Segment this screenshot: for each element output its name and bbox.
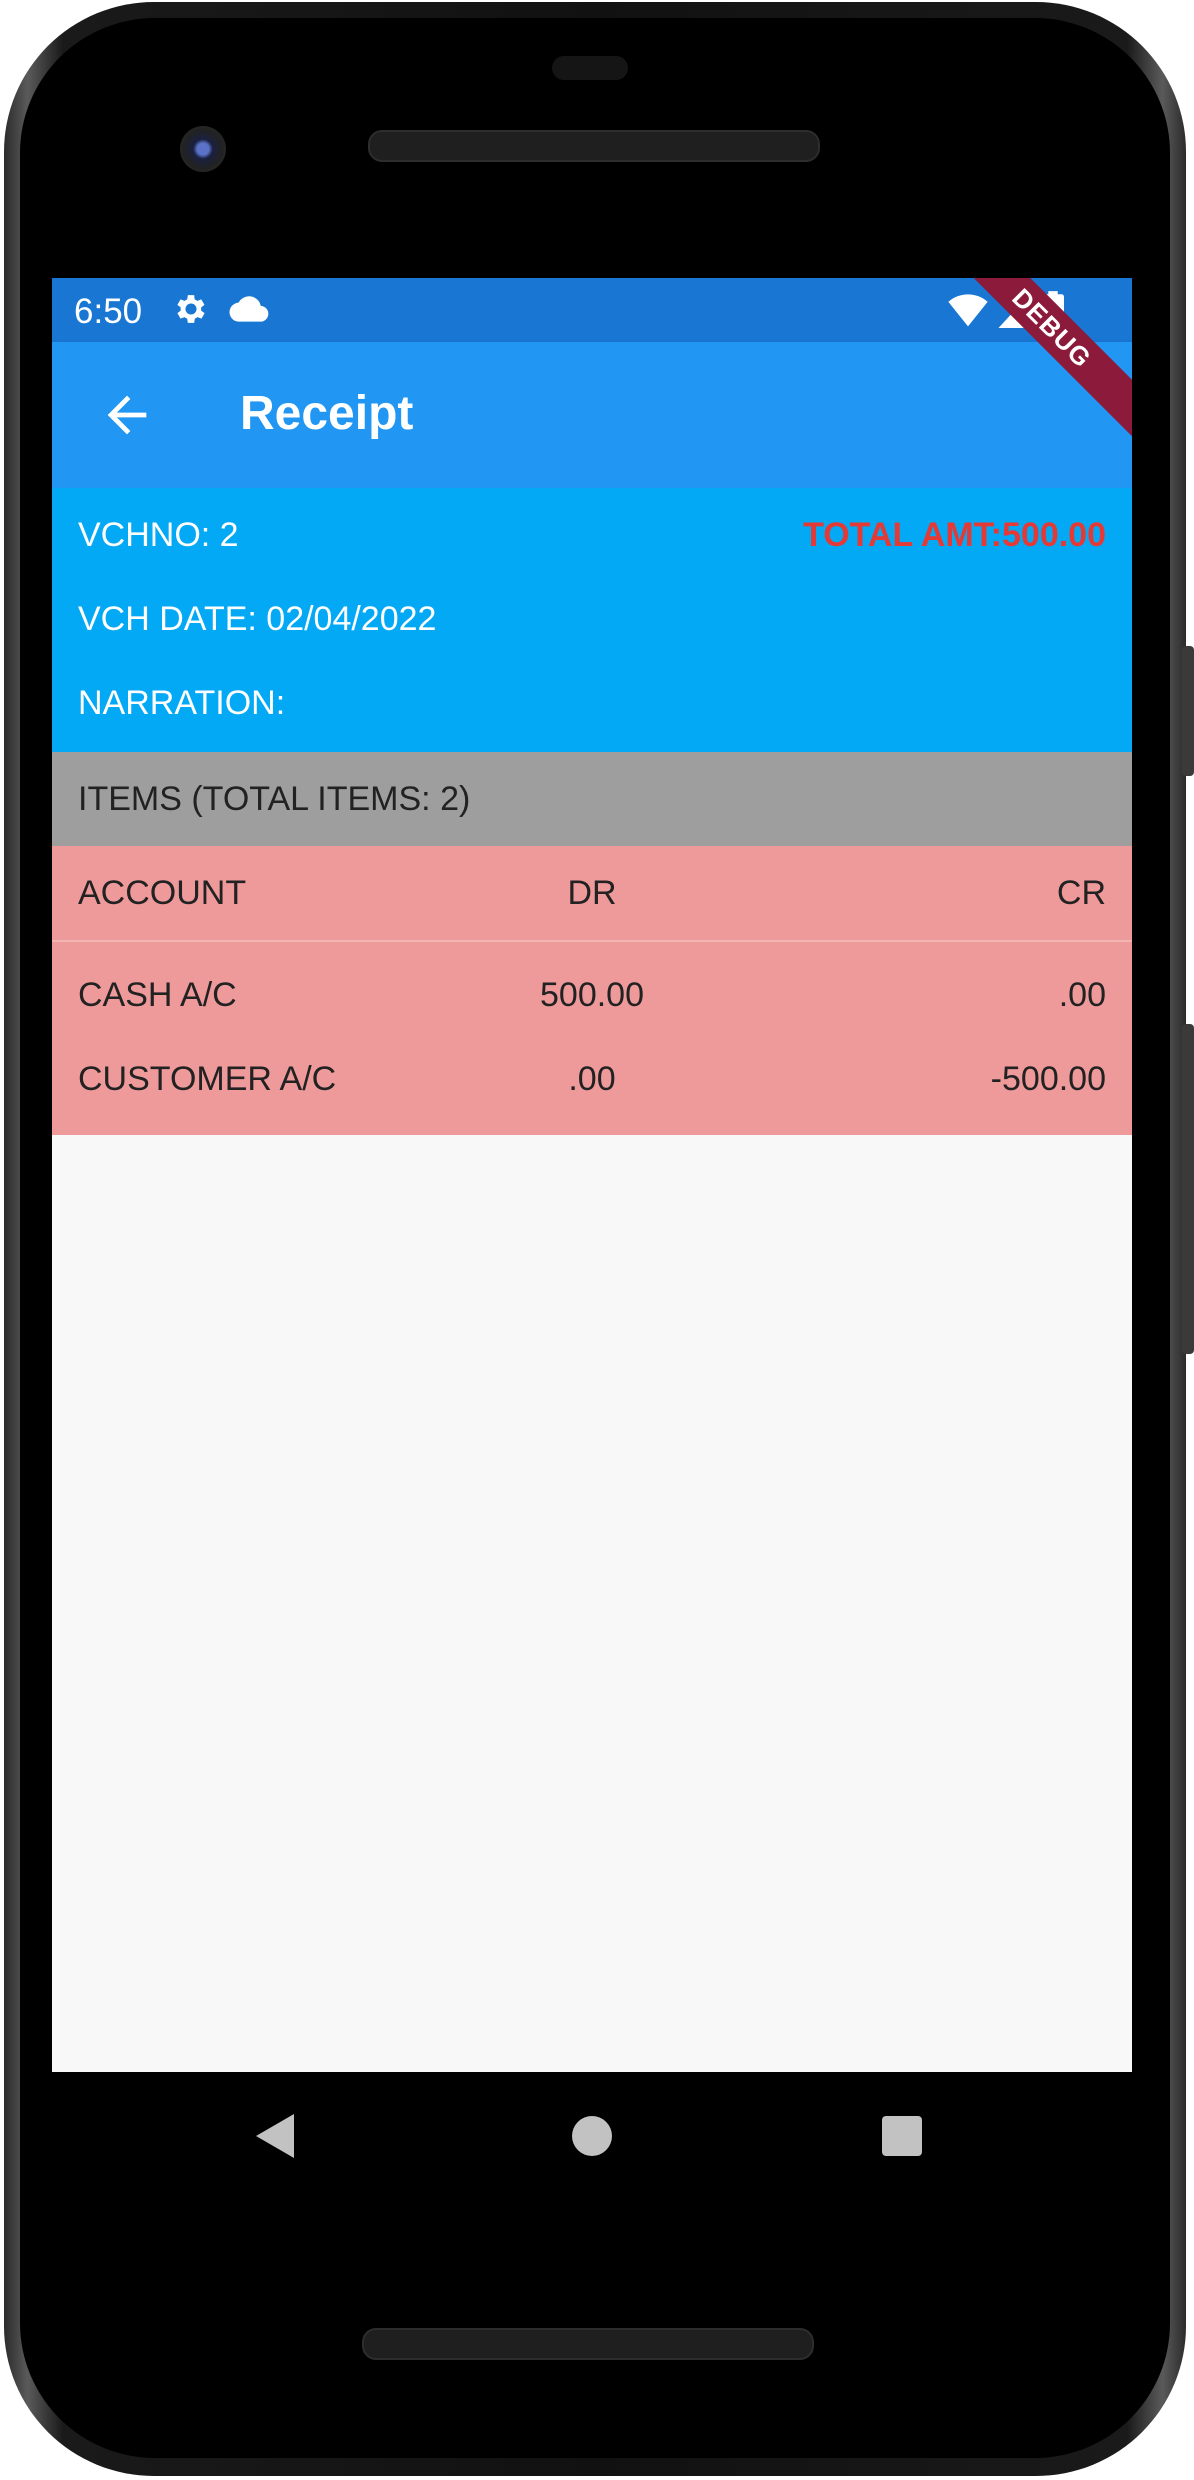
power-button xyxy=(1182,646,1194,776)
column-header-dr: DR xyxy=(567,874,617,912)
voucher-date: VCH DATE: 02/04/2022 xyxy=(78,600,437,638)
table-row: CASH A/C 500.00 .00 xyxy=(52,956,1132,1036)
back-triangle-icon[interactable] xyxy=(256,2114,294,2158)
top-speaker xyxy=(368,130,820,162)
recents-square-icon[interactable] xyxy=(882,2116,922,2156)
sensor xyxy=(552,56,628,80)
home-circle-icon[interactable] xyxy=(572,2116,612,2156)
voucher-number: VCHNO: 2 xyxy=(78,516,239,554)
narration: NARRATION: xyxy=(78,684,286,722)
front-camera-icon xyxy=(180,126,226,172)
cloud-icon xyxy=(229,296,269,322)
wifi-icon xyxy=(948,294,988,327)
status-bar: 6:50 xyxy=(52,278,1132,342)
page-title: Receipt xyxy=(240,387,414,440)
phone-frame: 6:50 Receipt DEBUG VCHNO: 2 TOTAL AMT:50… xyxy=(0,0,1194,2480)
table-row: CUSTOMER A/C .00 -500.00 xyxy=(52,1040,1132,1120)
items-count-label: ITEMS (TOTAL ITEMS: 2) xyxy=(78,780,471,818)
app-screen: 6:50 Receipt DEBUG VCHNO: 2 TOTAL AMT:50… xyxy=(52,278,1132,2072)
table-header: ACCOUNT DR CR xyxy=(52,846,1132,942)
items-table: ACCOUNT DR CR CASH A/C 500.00 .00 CUSTOM… xyxy=(52,846,1132,1135)
volume-button xyxy=(1182,1024,1194,1354)
arrow-back-icon[interactable] xyxy=(98,386,156,444)
gear-icon xyxy=(177,295,205,323)
bottom-speaker xyxy=(362,2328,814,2360)
dr-cell: .00 xyxy=(568,1060,616,1098)
voucher-header: VCHNO: 2 TOTAL AMT:500.00 VCH DATE: 02/0… xyxy=(52,488,1132,752)
column-header-cr: CR xyxy=(1056,874,1106,912)
app-bar: Receipt xyxy=(52,342,1132,488)
items-header: ITEMS (TOTAL ITEMS: 2) xyxy=(52,752,1132,846)
dr-cell: 500.00 xyxy=(540,976,644,1014)
status-time: 6:50 xyxy=(74,292,143,331)
total-amount: TOTAL AMT:500.00 xyxy=(803,516,1106,554)
cr-cell: -500.00 xyxy=(990,1060,1106,1098)
cr-cell: .00 xyxy=(1058,976,1106,1014)
